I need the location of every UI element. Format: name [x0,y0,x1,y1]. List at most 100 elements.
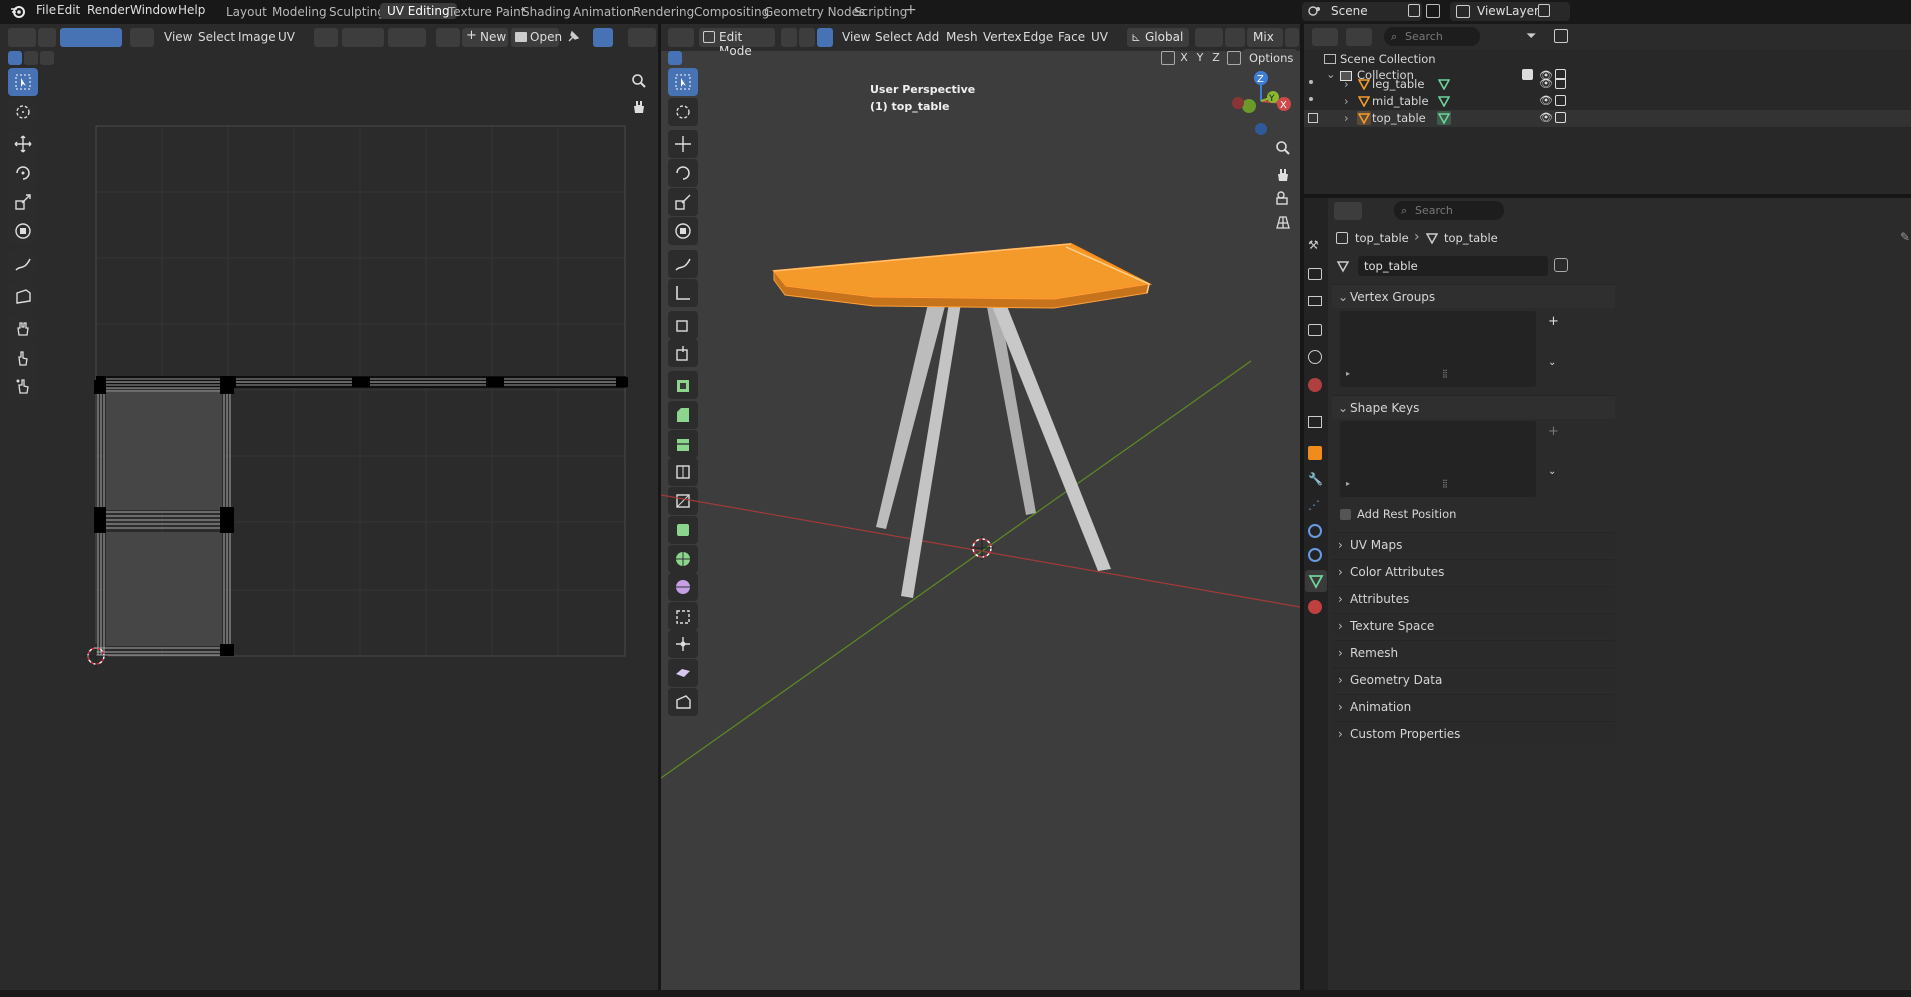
outliner-editor-type-icon[interactable] [1312,28,1338,46]
add-rest-position-row[interactable]: Add Rest Position [1340,506,1600,524]
vertex-select-mode-icon[interactable] [781,28,797,47]
particles-tab-icon[interactable]: ⋰ [1308,498,1322,512]
viewport-menu-select[interactable]: Select [875,30,912,44]
uv-maps-panel[interactable]: › UV Maps [1332,532,1615,556]
texture-space-panel[interactable]: › Texture Space [1332,613,1615,637]
view-layer-selector[interactable]: ViewLayer [1450,2,1570,21]
add-shape-key-button[interactable]: + [1548,424,1559,439]
camera-view-icon[interactable] [1275,190,1291,206]
leg-table-expand-icon[interactable]: › [1344,77,1349,91]
remesh-panel[interactable]: › Remesh [1332,640,1615,664]
breadcrumb-separator-icon: › [1414,229,1420,245]
tool-tab-icon[interactable]: ⚒ [1308,238,1322,252]
vp-pan-hand-icon[interactable] [1275,166,1291,182]
shape-keys-list-expand-icon[interactable]: ▸ [1346,479,1350,488]
viewport-menu-mesh[interactable]: Mesh [946,30,978,44]
geometry-data-panel[interactable]: › Geometry Data [1332,667,1615,691]
pin-properties-icon[interactable]: ✎ [1900,230,1910,244]
top-table-visibility-icon[interactable]: 👁 [1539,111,1553,124]
add-rest-position-checkbox[interactable] [1340,509,1351,520]
color-attributes-panel[interactable]: › Color Attributes [1332,559,1615,583]
data-tab-active[interactable] [1305,570,1327,592]
vertex-groups-list-expand-icon[interactable]: ▸ [1346,369,1350,378]
mid-table-visibility-icon[interactable]: 👁 [1539,94,1553,107]
leg-table-render-icon[interactable] [1555,78,1566,89]
vertex-group-menu-icon[interactable]: ⌄ [1548,357,1556,368]
proportional-mix-dropdown[interactable]: Mix [1247,28,1283,47]
custom-properties-panel[interactable]: › Custom Properties [1332,721,1615,745]
fake-user-shield-icon[interactable] [1554,258,1568,272]
mesh-name-field[interactable]: top_table [1358,256,1548,276]
leg-table-mesh[interactable] [876,289,1111,598]
face-select-mode-icon[interactable] [817,28,833,47]
view-layer-tab-icon[interactable] [1308,324,1322,336]
edit-mode-toggle-icon[interactable] [1308,113,1318,123]
display-mode-icon[interactable] [1346,28,1372,46]
workspace-tab-scripting[interactable]: Scripting [854,5,907,19]
new-scene-icon[interactable] [1408,4,1420,17]
viewport-menu-edge[interactable]: Edge [1023,30,1053,44]
top-table-mesh[interactable] [772,242,1153,309]
collection-tab-icon[interactable] [1308,416,1322,428]
properties-search-icon: ⌕ [1401,204,1408,217]
outliner-row-top-table[interactable]: › top_table 👁 [1304,110,1911,127]
viewport-menu-view[interactable]: View [842,30,870,44]
outliner-row-leg-table[interactable]: › leg_table 👁 [1304,76,1911,93]
uv-canvas[interactable] [0,0,658,997]
properties-search-input[interactable]: ⌕ Search [1394,201,1504,220]
object-tab-icon[interactable] [1308,446,1322,460]
constraints-tab-icon[interactable] [1308,548,1322,562]
new-collection-icon[interactable] [1554,29,1568,43]
snapping-icon[interactable] [1225,28,1245,47]
workspace-tab-compositing[interactable]: Compositing [694,5,769,19]
attributes-panel[interactable]: › Attributes [1332,586,1615,610]
outliner-row-mid-table[interactable]: › mid_table 👁 [1304,93,1911,110]
world-tab-icon[interactable] [1308,378,1322,392]
proportional-toggle-icon[interactable] [1285,28,1299,47]
scene-collection-label[interactable]: Scene Collection [1340,52,1436,66]
viewport-menu-uv[interactable]: UV [1091,30,1108,44]
vertex-groups-list[interactable]: ▸ ⣿ [1340,311,1536,387]
vp-zoom-icon[interactable] [1275,140,1291,156]
transform-orientation-dropdown[interactable]: ⊾ Global [1127,28,1189,47]
top-table-expand-icon[interactable]: › [1344,111,1349,125]
material-tab-icon[interactable] [1308,600,1322,614]
new-view-layer-icon[interactable] [1538,4,1550,17]
perspective-grid-icon[interactable] [1275,214,1291,230]
viewport-menu-add[interactable]: Add [916,30,939,44]
properties-editor-type-icon[interactable] [1334,202,1362,220]
physics-tab-icon[interactable] [1308,524,1322,538]
modifier-tab-icon[interactable]: 🔧 [1308,472,1323,486]
filter-icon[interactable]: ⏷ [1526,29,1536,44]
add-vertex-group-button[interactable]: + [1548,314,1559,329]
leg-table-visibility-icon[interactable]: 👁 [1539,77,1553,90]
navigation-gizmo[interactable]: Z X Y [1232,71,1291,135]
outliner-search-input[interactable]: ⌕ Search [1384,27,1480,46]
vertex-groups-list-resize-icon[interactable]: ⣿ [1442,369,1448,378]
add-workspace-button[interactable]: + [905,2,917,18]
viewport-menu-vertex[interactable]: Vertex [983,30,1022,44]
delete-scene-icon[interactable] [1426,4,1440,18]
pivot-point-icon[interactable] [1195,28,1223,47]
mesh-browse-icon[interactable] [1336,259,1350,273]
viewport-menu-face[interactable]: Face [1058,30,1085,44]
scene-selector[interactable]: Scene [1302,2,1422,21]
shape-keys-panel-header[interactable]: ⌄ Shape Keys [1332,395,1615,419]
workspace-tab-geometry-nodes[interactable]: Geometry Nodes [764,5,865,19]
shape-keys-list[interactable]: ▸ ⣿ [1340,421,1536,497]
3d-scene[interactable]: Z X Y [661,51,1300,997]
render-tab-icon[interactable] [1308,268,1322,280]
viewport-editor-type-icon[interactable] [668,28,694,47]
top-table-render-icon[interactable] [1555,112,1566,123]
edge-select-mode-icon[interactable] [799,28,815,47]
animation-panel[interactable]: › Animation [1332,694,1615,718]
vertex-groups-panel-header[interactable]: ⌄ Vertex Groups [1332,284,1615,308]
scene-tab-icon[interactable] [1308,350,1322,364]
mode-dropdown[interactable]: Edit Mode [699,28,775,58]
shape-keys-list-resize-icon[interactable]: ⣿ [1442,479,1448,488]
mid-table-render-icon[interactable] [1555,95,1566,106]
mid-table-expand-icon[interactable]: › [1344,94,1349,108]
uv-island-side[interactable] [94,380,234,656]
output-tab-icon[interactable] [1308,296,1322,306]
shape-key-menu-icon[interactable]: ⌄ [1548,466,1556,477]
